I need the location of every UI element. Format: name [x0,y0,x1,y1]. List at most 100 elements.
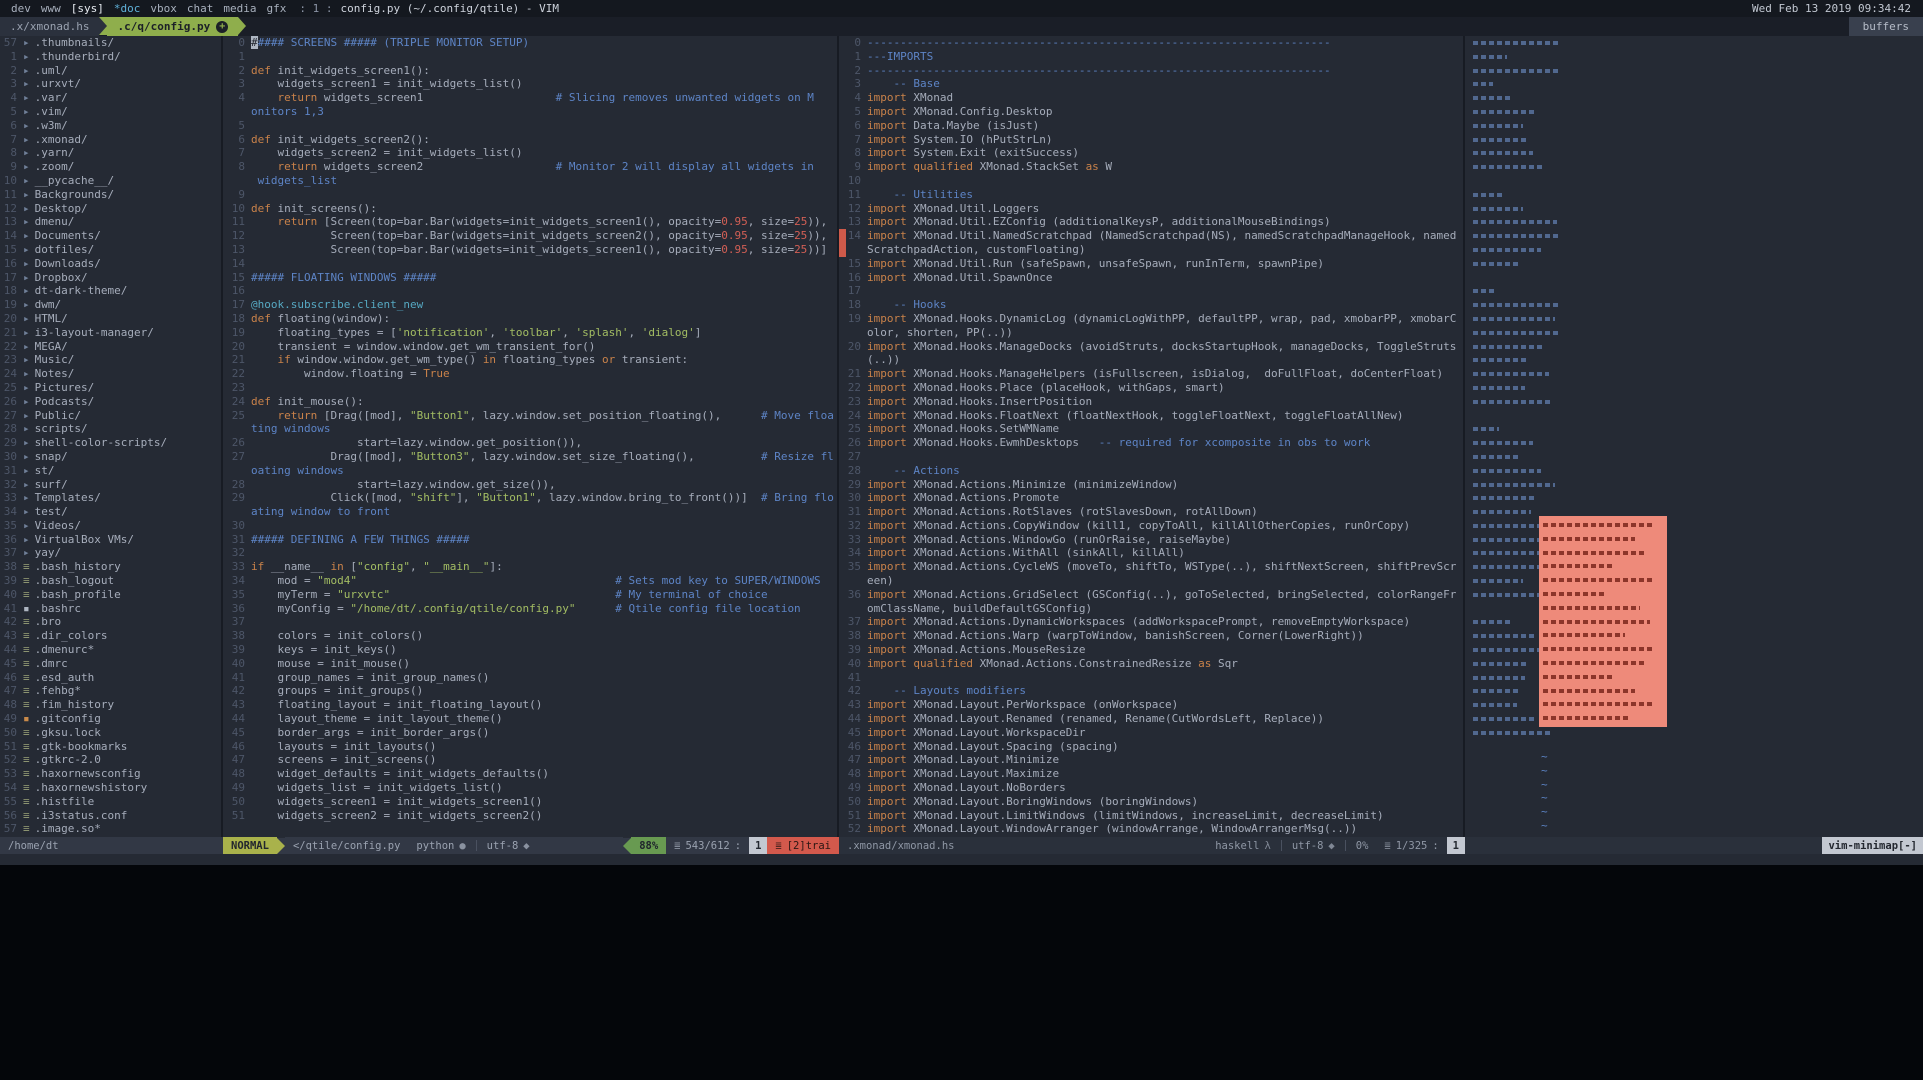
code-line-xmonad[interactable]: een) [839,574,1463,588]
code-line-config[interactable]: 16 [223,284,837,298]
explorer-file-item[interactable]: 53≡.haxornewsconfig [0,767,221,781]
explorer-file-item[interactable]: 50≡.gksu.lock [0,726,221,740]
explorer-file-item[interactable]: 55≡.histfile [0,795,221,809]
explorer-dir-item[interactable]: 3▸.urxvt/ [0,77,221,91]
code-line-config[interactable]: 24def init_mouse(): [223,395,837,409]
code-line-xmonad[interactable]: 43import XMonad.Layout.PerWorkspace (onW… [839,698,1463,712]
explorer-file-item[interactable]: 47≡.fehbg* [0,684,221,698]
explorer-file-item[interactable]: 57≡.image.so* [0,822,221,836]
explorer-dir-item[interactable]: 17▸Dropbox/ [0,271,221,285]
explorer-file-item[interactable]: 46≡.esd_auth [0,671,221,685]
explorer-dir-item[interactable]: 23▸Music/ [0,353,221,367]
workspace-tag-media[interactable]: media [218,2,261,15]
explorer-file-item[interactable]: 54≡.haxornewshistory [0,781,221,795]
explorer-dir-item[interactable]: 57▸.thumbnails/ [0,36,221,50]
code-line-config[interactable]: 38 colors = init_colors() [223,629,837,643]
code-line-config[interactable]: 25 return [Drag([mod], "Button1", lazy.w… [223,409,837,423]
code-line-config[interactable]: ting windows [223,422,837,436]
explorer-file-item[interactable]: 38≡.bash_history [0,560,221,574]
code-line-config[interactable]: 26 start=lazy.window.get_position()), [223,436,837,450]
code-line-xmonad[interactable]: 26import XMonad.Hooks.EwmhDesktops -- re… [839,436,1463,450]
code-line-xmonad[interactable]: 14import XMonad.Util.NamedScratchpad (Na… [839,229,1463,243]
code-line-xmonad[interactable]: 31import XMonad.Actions.RotSlaves (rotSl… [839,505,1463,519]
explorer-dir-item[interactable]: 37▸yay/ [0,546,221,560]
code-line-xmonad[interactable]: 20import XMonad.Hooks.ManageDocks (avoid… [839,340,1463,354]
explorer-file-item[interactable]: 40≡.bash_profile [0,588,221,602]
code-line-config[interactable]: 22 window.floating = True [223,367,837,381]
code-line-config[interactable]: 9 [223,188,837,202]
workspace-tag-gfx[interactable]: gfx [262,2,292,15]
explorer-dir-item[interactable]: 19▸dwm/ [0,298,221,312]
explorer-dir-item[interactable]: 20▸HTML/ [0,312,221,326]
explorer-file-item[interactable]: 42≡.bro [0,615,221,629]
code-line-config[interactable]: 12 Screen(top=bar.Bar(widgets=init_widge… [223,229,837,243]
code-line-config[interactable]: 15##### FLOATING WINDOWS ##### [223,271,837,285]
code-line-config[interactable]: 34 mod = "mod4" # Sets mod key to SUPER/… [223,574,837,588]
code-line-config[interactable]: 46 layouts = init_layouts() [223,740,837,754]
code-line-config[interactable]: 2def init_widgets_screen1(): [223,64,837,78]
code-line-xmonad[interactable]: 9import qualified XMonad.StackSet as W [839,160,1463,174]
explorer-dir-item[interactable]: 8▸.yarn/ [0,146,221,160]
explorer-dir-item[interactable]: 9▸.zoom/ [0,160,221,174]
code-line-config[interactable]: onitors 1,3 [223,105,837,119]
code-line-xmonad[interactable]: 44import XMonad.Layout.Renamed (renamed,… [839,712,1463,726]
explorer-file-item[interactable]: 44≡.dmenurc* [0,643,221,657]
code-line-config[interactable]: 50 widgets_screen1 = init_widgets_screen… [223,795,837,809]
code-line-config[interactable]: 45 border_args = init_border_args() [223,726,837,740]
explorer-file-item[interactable]: 39≡.bash_logout [0,574,221,588]
explorer-dir-item[interactable]: 22▸MEGA/ [0,340,221,354]
code-line-config[interactable]: 6def init_widgets_screen2(): [223,133,837,147]
explorer-dir-item[interactable]: 34▸test/ [0,505,221,519]
code-line-config[interactable]: 31##### DEFINING A FEW THINGS ##### [223,533,837,547]
code-line-config[interactable]: 14 [223,257,837,271]
code-line-xmonad[interactable]: 24import XMonad.Hooks.FloatNext (floatNe… [839,409,1463,423]
code-line-xmonad[interactable]: 37import XMonad.Actions.DynamicWorkspace… [839,615,1463,629]
explorer-dir-item[interactable]: 18▸dt-dark-theme/ [0,284,221,298]
explorer-dir-item[interactable]: 26▸Podcasts/ [0,395,221,409]
explorer-file-item[interactable]: 48≡.fim_history [0,698,221,712]
code-line-xmonad[interactable]: 25import XMonad.Hooks.SetWMName [839,422,1463,436]
code-line-xmonad[interactable]: 12import XMonad.Util.Loggers [839,202,1463,216]
code-line-xmonad[interactable]: 32import XMonad.Actions.CopyWindow (kill… [839,519,1463,533]
explorer-dir-item[interactable]: 24▸Notes/ [0,367,221,381]
explorer-dir-item[interactable]: 11▸Backgrounds/ [0,188,221,202]
workspace-tag-chat[interactable]: chat [182,2,219,15]
workspace-tag-www[interactable]: www [36,2,66,15]
code-line-xmonad[interactable]: 34import XMonad.Actions.WithAll (sinkAll… [839,546,1463,560]
code-line-xmonad[interactable]: 11 -- Utilities [839,188,1463,202]
code-line-xmonad[interactable]: 29import XMonad.Actions.Minimize (minimi… [839,478,1463,492]
code-line-xmonad[interactable]: 52import XMonad.Layout.WindowArranger (w… [839,822,1463,836]
code-line-config[interactable]: 3 widgets_screen1 = init_widgets_list() [223,77,837,91]
code-line-config[interactable]: 28 start=lazy.window.get_size()), [223,478,837,492]
code-line-config[interactable]: 47 screens = init_screens() [223,753,837,767]
code-line-config[interactable]: ating window to front [223,505,837,519]
code-line-config[interactable]: oating windows [223,464,837,478]
workspace-tag-vbox[interactable]: vbox [145,2,182,15]
code-line-config[interactable]: 8 return widgets_screen2 # Monitor 2 wil… [223,160,837,174]
code-line-config[interactable]: 49 widgets_list = init_widgets_list() [223,781,837,795]
code-line-xmonad[interactable]: 35import XMonad.Actions.CycleWS (moveTo,… [839,560,1463,574]
code-line-xmonad[interactable]: 36import XMonad.Actions.GridSelect (GSCo… [839,588,1463,602]
code-line-xmonad[interactable]: 4import XMonad [839,91,1463,105]
code-line-xmonad[interactable]: 22import XMonad.Hooks.Place (placeHook, … [839,381,1463,395]
code-line-config[interactable]: 13 Screen(top=bar.Bar(widgets=init_widge… [223,243,837,257]
explorer-dir-item[interactable]: 32▸surf/ [0,478,221,492]
code-line-config[interactable]: 7 widgets_screen2 = init_widgets_list() [223,146,837,160]
code-line-config[interactable]: 44 layout_theme = init_layout_theme() [223,712,837,726]
code-line-xmonad[interactable]: 47import XMonad.Layout.Minimize [839,753,1463,767]
code-line-config[interactable]: 20 transient = window.window.get_wm_tran… [223,340,837,354]
code-line-config[interactable]: 43 floating_layout = init_floating_layou… [223,698,837,712]
code-line-config[interactable]: 21 if window.window.get_wm_type() in flo… [223,353,837,367]
code-line-config[interactable]: 33if __name__ in ["config", "__main__"]: [223,560,837,574]
tab-config-py[interactable]: .c/q/config.py + [107,17,238,36]
explorer-dir-item[interactable]: 30▸snap/ [0,450,221,464]
explorer-dir-item[interactable]: 13▸dmenu/ [0,215,221,229]
code-line-xmonad[interactable]: 16import XMonad.Util.SpawnOnce [839,271,1463,285]
explorer-dir-item[interactable]: 33▸Templates/ [0,491,221,505]
code-line-xmonad[interactable]: 17 [839,284,1463,298]
explorer-dir-item[interactable]: 35▸Videos/ [0,519,221,533]
code-line-config[interactable]: 51 widgets_screen2 = init_widgets_screen… [223,809,837,823]
explorer-dir-item[interactable]: 21▸i3-layout-manager/ [0,326,221,340]
code-line-config[interactable]: 35 myTerm = "urxvtc" # My terminal of ch… [223,588,837,602]
tab-xmonad-hs[interactable]: .x/xmonad.hs [0,17,99,36]
